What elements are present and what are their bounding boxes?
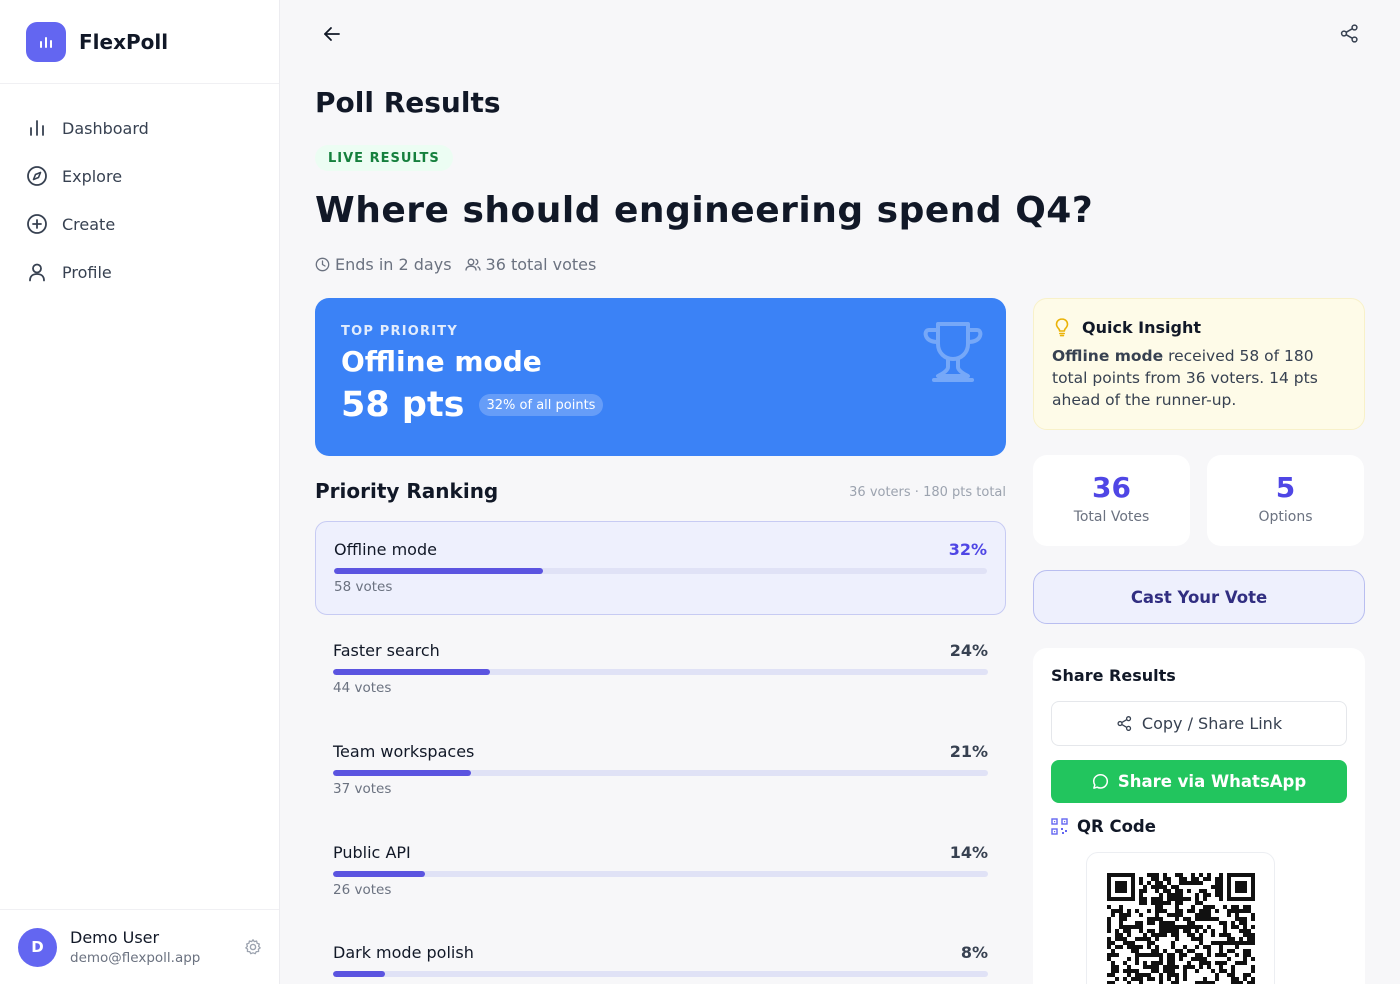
compass-icon [27, 166, 47, 186]
share-results-card: Share Results Copy / Share Link Share vi… [1033, 648, 1365, 984]
option-name: Public API [333, 843, 411, 862]
ranking-meta: 36 voters · 180 pts total [849, 485, 1006, 500]
back-arrow-icon[interactable] [320, 22, 344, 46]
progress-track [333, 770, 988, 776]
users-icon [464, 258, 481, 271]
stat-label: Options [1258, 509, 1313, 525]
progress-track [333, 871, 988, 877]
insight-highlight: Offline mode [1052, 347, 1164, 365]
option-name: Team workspaces [333, 742, 475, 761]
ranking-item: Team workspaces 21% 37 votes [315, 724, 1006, 818]
main-nav: Dashboard Explore Create Profile [0, 84, 279, 296]
qr-code-image [1107, 873, 1255, 984]
live-results-badge: LIVE RESULTS [315, 145, 453, 171]
user-icon [29, 263, 45, 282]
top-points: 58 pts [341, 385, 465, 425]
nav-label: Dashboard [62, 118, 149, 138]
progress-fill [334, 568, 543, 574]
option-percent: 21% [949, 742, 988, 761]
share-title: Share Results [1051, 666, 1176, 685]
stat-options: 5 Options [1207, 455, 1364, 546]
top-share-pill: 32% of all points [478, 394, 604, 416]
qr-code-icon [1051, 818, 1068, 835]
progress-fill [333, 871, 425, 877]
stat-total-votes: 36 Total Votes [1033, 455, 1190, 546]
qr-code [1086, 852, 1275, 984]
ranking-item: Dark mode polish 8% [315, 925, 1006, 984]
progress-fill [333, 971, 386, 977]
user-info: Demo User demo@flexpoll.app [70, 928, 200, 966]
brand[interactable]: FlexPoll [0, 0, 279, 84]
option-name: Offline mode [334, 540, 437, 559]
lightbulb-icon [1055, 318, 1069, 337]
option-percent: 14% [949, 843, 988, 862]
avatar[interactable]: D [18, 927, 57, 967]
top-priority-card: TOP PRIORITY Offline mode 58 pts 32% of … [315, 298, 1006, 456]
insight-text: Offline mode received 58 of 180 total po… [1052, 345, 1346, 411]
cast-vote-button[interactable]: Cast Your Vote [1033, 570, 1365, 624]
option-votes: 37 votes [333, 781, 392, 797]
option-name: Dark mode polish [333, 943, 474, 962]
plus-circle-icon [27, 214, 47, 234]
nav-item-create[interactable]: Create [0, 200, 279, 248]
votes-text: 36 total votes [485, 255, 597, 274]
poll-meta: Ends in 2 days 36 total votes [315, 255, 596, 274]
progress-track [333, 669, 988, 675]
share-icon[interactable] [1339, 23, 1360, 44]
option-votes: 26 votes [333, 882, 392, 898]
option-votes: 58 votes [334, 579, 393, 595]
sidebar: FlexPoll Dashboard Explore Create Profil… [0, 0, 280, 984]
nav-item-dashboard[interactable]: Dashboard [0, 104, 279, 152]
progress-track [333, 971, 988, 977]
gear-icon[interactable] [244, 938, 262, 956]
stat-value: 5 [1275, 471, 1296, 504]
copy-label: Copy / Share Link [1141, 714, 1283, 733]
share-icon [1117, 716, 1132, 731]
nav-label: Create [62, 214, 116, 234]
user-email: demo@flexpoll.app [70, 950, 201, 966]
ranking-item: Offline mode 32% 58 votes [315, 521, 1006, 615]
nav-item-explore[interactable]: Explore [0, 152, 279, 200]
progress-track [334, 568, 987, 574]
trophy-icon [923, 322, 983, 382]
option-percent: 24% [949, 641, 988, 660]
nav-label: Profile [62, 262, 112, 282]
qr-title: QR Code [1077, 817, 1156, 836]
stat-label: Total Votes [1073, 509, 1150, 525]
poll-question: Where should engineering spend Q4? [315, 190, 1094, 231]
whatsapp-label: Share via WhatsApp [1117, 772, 1307, 791]
progress-fill [333, 669, 491, 675]
option-votes: 44 votes [333, 680, 392, 696]
stat-value: 36 [1092, 471, 1131, 504]
bar-chart-icon [30, 120, 44, 136]
ends-text: Ends in 2 days [335, 255, 452, 274]
nav-label: Explore [62, 166, 123, 186]
top-label: TOP PRIORITY [341, 324, 458, 339]
chat-bubble-icon [1092, 773, 1108, 789]
quick-insight-card: Quick Insight Offline mode received 58 o… [1033, 298, 1365, 430]
main-content: Poll Results LIVE RESULTS Where should e… [280, 0, 1400, 984]
logo-icon [26, 21, 66, 62]
progress-fill [333, 770, 471, 776]
top-option-name: Offline mode [341, 345, 542, 378]
page-title: Poll Results [315, 86, 501, 119]
ranking-item: Public API 14% 26 votes [315, 825, 1006, 919]
copy-share-link-button[interactable]: Copy / Share Link [1051, 701, 1347, 746]
ranking-title: Priority Ranking [315, 479, 499, 503]
whatsapp-share-button[interactable]: Share via WhatsApp [1051, 760, 1347, 803]
ranking-item: Faster search 24% 44 votes [315, 623, 1006, 717]
option-percent: 8% [960, 943, 988, 962]
option-name: Faster search [333, 641, 440, 660]
option-percent: 32% [948, 540, 987, 559]
clock-icon [315, 257, 330, 272]
insight-title: Quick Insight [1082, 317, 1202, 337]
nav-item-profile[interactable]: Profile [0, 248, 279, 296]
user-panel: D Demo User demo@flexpoll.app [0, 909, 279, 984]
user-name: Demo User [70, 928, 160, 947]
app-name: FlexPoll [79, 29, 169, 54]
